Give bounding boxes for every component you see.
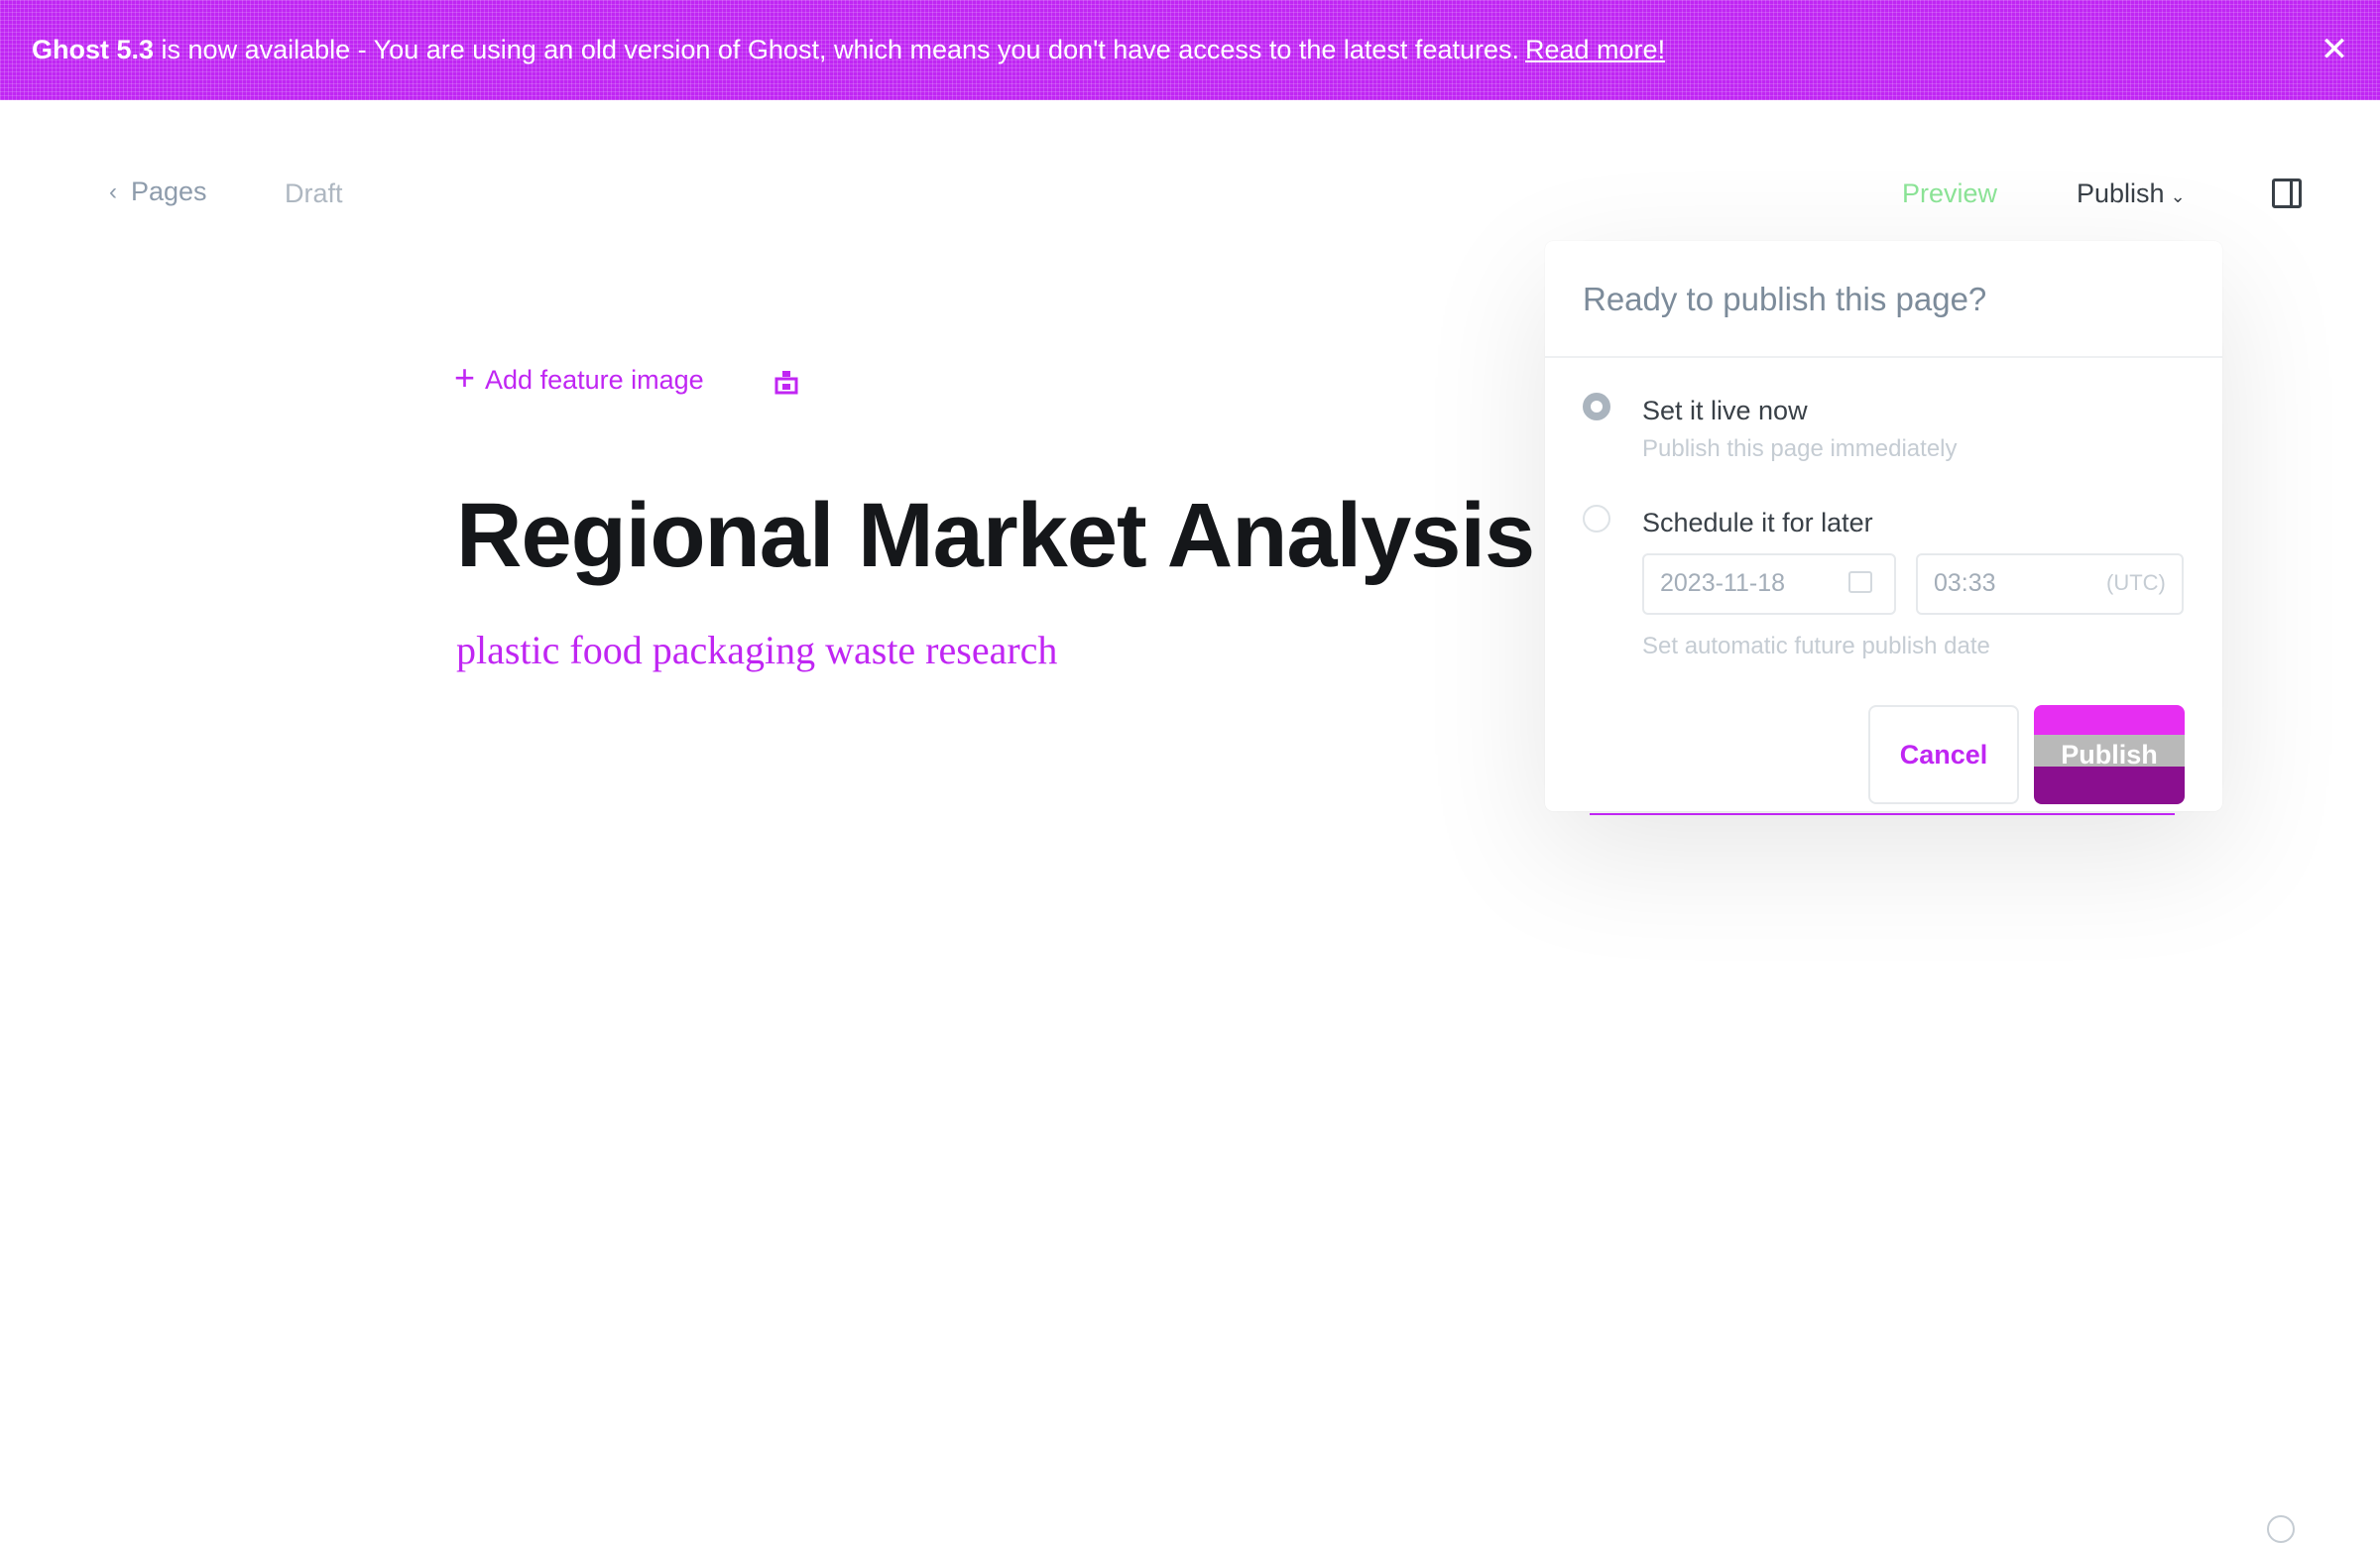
cancel-button[interactable]: Cancel	[1868, 705, 2019, 804]
preview-button[interactable]: Preview	[1902, 178, 1997, 209]
post-status: Draft	[285, 178, 343, 208]
option-now-description: Publish this page immediately	[1642, 435, 1958, 462]
help-icon[interactable]	[2267, 1515, 2295, 1543]
timezone-label: (UTC)	[2106, 570, 2166, 595]
plus-icon: +	[454, 357, 476, 398]
back-to-pages-link[interactable]: ‹ Pages	[109, 177, 207, 207]
close-icon[interactable]: ✕	[2315, 30, 2354, 69]
divider	[1545, 356, 2222, 358]
banner-body: is now available - You are using an old …	[154, 35, 1519, 64]
calendar-icon[interactable]	[1848, 571, 1872, 593]
menu-underline	[1590, 813, 2175, 815]
publish-dropdown-button[interactable]: Publish ⌄	[2077, 178, 2186, 209]
page-excerpt[interactable]: plastic food packaging waste research	[456, 627, 1057, 673]
chevron-down-icon: ⌄	[2170, 186, 2186, 206]
radio-publish-now[interactable]	[1583, 393, 1610, 420]
publish-menu-header: Ready to publish this page?	[1583, 281, 1987, 317]
banner-message: Ghost 5.3 is now available - You are usi…	[32, 35, 1665, 65]
option-now-title[interactable]: Set it live now	[1642, 396, 1808, 426]
snippet-icon[interactable]	[774, 369, 799, 395]
radio-schedule[interactable]	[1583, 505, 1610, 533]
page-title[interactable]: Regional Market Analysis	[456, 484, 1547, 588]
back-label: Pages	[131, 177, 207, 206]
confirm-publish-button[interactable]: Publish	[2034, 705, 2185, 804]
option-later-title[interactable]: Schedule it for later	[1642, 508, 1873, 538]
add-feature-image-label: Add feature image	[485, 364, 704, 395]
banner-read-more-link[interactable]: Read more!	[1525, 35, 1665, 64]
option-later-description: Set automatic future publish date	[1642, 633, 1990, 659]
update-banner: Ghost 5.3 is now available - You are usi…	[0, 0, 2380, 100]
add-feature-image-button[interactable]: + Add feature image	[454, 360, 704, 396]
publish-label: Publish	[2077, 178, 2165, 208]
banner-version: Ghost 5.3	[32, 35, 155, 64]
chevron-left-icon: ‹	[109, 178, 117, 205]
sidebar-toggle-icon[interactable]	[2272, 178, 2302, 208]
publish-menu: Ready to publish this page? Set it live …	[1545, 241, 2222, 815]
